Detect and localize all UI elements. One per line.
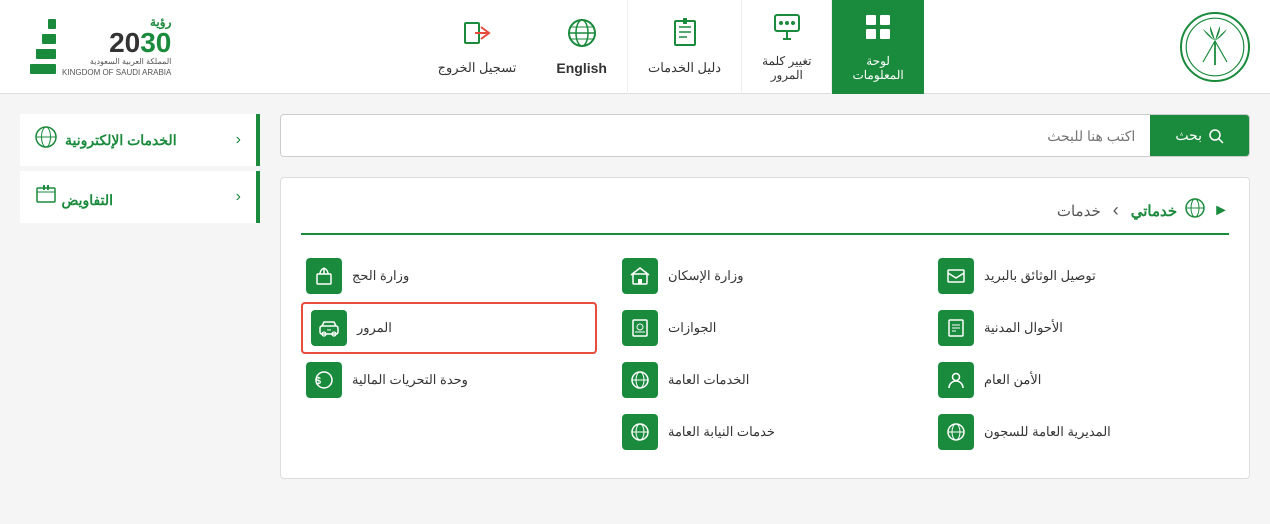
- nav-info-board[interactable]: لوحة المعلومات: [832, 0, 923, 94]
- service-passports[interactable]: الجوازات: [617, 302, 913, 354]
- services-panel: ► خدماتي › خدمات: [280, 177, 1250, 479]
- sidebar-item-right: الخدمات الإلكترونية: [35, 126, 177, 154]
- breadcrumb: ► خدماتي › خدمات: [301, 198, 1229, 235]
- prison-directorate-label: المديرية العامة للسجون: [984, 424, 1111, 440]
- sidebar: ‹ الخدمات الإلكترونية ‹ التفاويض: [20, 114, 260, 504]
- service-traffic[interactable]: المرور: [301, 302, 597, 354]
- services-guide-label: دليل الخدمات: [648, 60, 721, 76]
- services-col-3: وزارة الحج المرور: [301, 250, 597, 458]
- services-grid: توصيل الوثائق بالبريد الأحوال المدنية: [301, 250, 1229, 458]
- sidebar-item-right-2: التفاويض: [35, 183, 113, 211]
- nav-items: تسجيل الخروج English: [418, 0, 924, 94]
- general-services-label: الخدمات العامة: [668, 372, 749, 388]
- breadcrumb-expand-icon: ►: [1213, 202, 1229, 220]
- logo-area: [1180, 12, 1260, 82]
- search-button[interactable]: بحث: [1150, 115, 1249, 156]
- exit-icon: [461, 17, 493, 56]
- civil-affairs-icon: [938, 310, 974, 346]
- change-password-label: تغيير كلمة المرور: [762, 54, 811, 82]
- service-hajj[interactable]: وزارة الحج: [301, 250, 597, 302]
- globe-icon: [566, 17, 598, 56]
- financial-unit-label: وحدة التحريات المالية: [352, 372, 468, 388]
- nav-english[interactable]: English: [536, 0, 628, 94]
- main-content: ‹ الخدمات الإلكترونية ‹ التفاويض: [0, 94, 1270, 524]
- prosecution-services-icon: [622, 414, 658, 450]
- search-input[interactable]: [281, 116, 1150, 156]
- passports-icon: [622, 310, 658, 346]
- public-security-icon: [938, 362, 974, 398]
- org-logo: [1180, 12, 1250, 82]
- nav-logout[interactable]: تسجيل الخروج: [418, 0, 537, 94]
- search-bar: بحث: [280, 114, 1250, 157]
- svg-text:$: $: [315, 376, 321, 387]
- nav-change-password[interactable]: تغيير كلمة المرور: [742, 0, 832, 94]
- electronic-services-icon: [35, 126, 57, 154]
- service-housing[interactable]: وزارة الإسكان: [617, 250, 913, 302]
- public-security-label: الأمن العام: [984, 372, 1041, 388]
- civil-affairs-label: الأحوال المدنية: [984, 320, 1063, 336]
- main-area: بحث ► خدماتي › خدمات: [280, 114, 1250, 504]
- breadcrumb-current: خدمات: [1057, 202, 1101, 220]
- traffic-icon: [311, 310, 347, 346]
- vision-bars-icon: [30, 19, 56, 74]
- prosecution-services-label: خدمات النيابة العامة: [668, 424, 775, 440]
- vision-text: رؤية 2030 المملكة العربية السعوديةKINGDO…: [62, 15, 171, 78]
- breadcrumb-home[interactable]: خدماتي: [1131, 202, 1177, 220]
- header: تسجيل الخروج English: [0, 0, 1270, 94]
- search-button-label: بحث: [1175, 127, 1202, 144]
- housing-icon: [622, 258, 658, 294]
- vision-logo: رؤية 2030 المملكة العربية السعوديةKINGDO…: [25, 15, 171, 78]
- service-general-services[interactable]: الخدمات العامة: [617, 354, 913, 406]
- logout-label: تسجيل الخروج: [438, 60, 517, 76]
- prison-directorate-icon: [938, 414, 974, 450]
- nav-services-guide[interactable]: دليل الخدمات: [628, 0, 742, 94]
- hajj-label: وزارة الحج: [352, 268, 409, 284]
- negotiations-icon: [35, 188, 57, 210]
- service-post-delivery[interactable]: توصيل الوثائق بالبريد: [933, 250, 1229, 302]
- service-prosecution-services[interactable]: خدمات النيابة العامة: [617, 406, 913, 458]
- service-financial-unit[interactable]: $ وحدة التحريات المالية: [301, 354, 597, 406]
- traffic-label: المرور: [357, 320, 392, 336]
- financial-unit-icon: $: [306, 362, 342, 398]
- general-services-icon: [622, 362, 658, 398]
- sidebar-item-electronic-services[interactable]: ‹ الخدمات الإلكترونية: [20, 114, 260, 166]
- breadcrumb-globe-icon: [1185, 198, 1205, 223]
- housing-label: وزارة الإسكان: [668, 268, 743, 284]
- electronic-services-label: الخدمات الإلكترونية: [65, 132, 177, 149]
- passports-label: الجوازات: [668, 320, 716, 336]
- services-col-2: وزارة الإسكان الجوازات: [617, 250, 913, 458]
- service-public-security[interactable]: الأمن العام: [933, 354, 1229, 406]
- chevron-icon-2: ‹: [236, 188, 241, 206]
- service-prison-directorate[interactable]: المديرية العامة للسجون: [933, 406, 1229, 458]
- services-col-1: توصيل الوثائق بالبريد الأحوال المدنية: [933, 250, 1229, 458]
- negotiations-label: التفاويض: [61, 192, 113, 208]
- english-label: English: [556, 60, 607, 76]
- sidebar-item-negotiations[interactable]: ‹ التفاويض: [20, 171, 260, 223]
- info-board-label: لوحة المعلومات: [852, 54, 903, 82]
- chevron-icon: ‹: [236, 131, 241, 149]
- post-delivery-icon: [938, 258, 974, 294]
- book-icon: [669, 17, 701, 56]
- dashboard-icon: [862, 11, 894, 50]
- search-icon: [1208, 128, 1224, 144]
- service-civil-affairs[interactable]: الأحوال المدنية: [933, 302, 1229, 354]
- post-delivery-label: توصيل الوثائق بالبريد: [984, 268, 1096, 284]
- hajj-icon: [306, 258, 342, 294]
- breadcrumb-arrow: ›: [1113, 200, 1119, 221]
- password-icon: [771, 11, 803, 50]
